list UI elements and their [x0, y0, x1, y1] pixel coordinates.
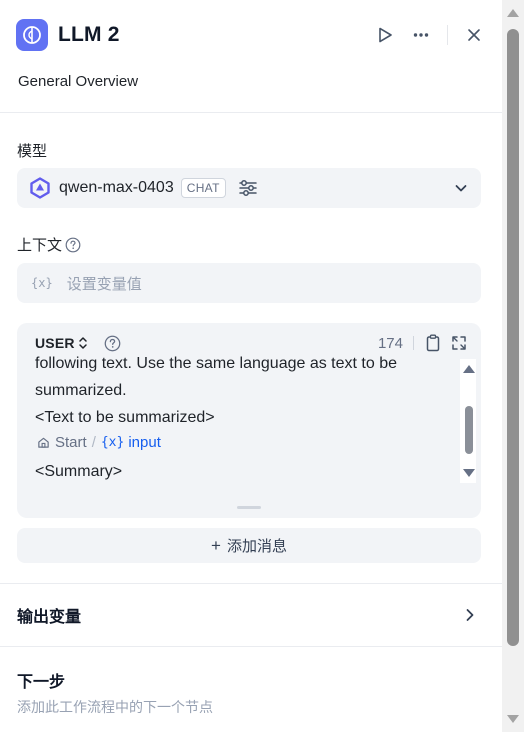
prompt-line: following text. Use the same language as… [35, 355, 397, 372]
scroll-up-arrow-icon[interactable] [507, 9, 519, 17]
token-count: 174 [377, 334, 403, 352]
section-divider [0, 646, 502, 647]
scroll-down-arrow-icon[interactable] [507, 715, 519, 723]
header-actions [373, 23, 486, 47]
close-button[interactable] [462, 23, 486, 47]
prompt-editor[interactable]: USER 174 following text. Use the same la… [17, 323, 481, 518]
plus-icon: + [211, 535, 221, 555]
context-variable-input[interactable]: {x} 设置变量值 [17, 263, 481, 303]
llm-node-icon [16, 19, 48, 51]
panel-scrollbar[interactable] [502, 0, 524, 732]
variable-icon: {x} [100, 434, 125, 450]
editor-resize-handle[interactable] [237, 506, 261, 509]
output-variables-row[interactable]: 输出变量 [17, 600, 481, 630]
message-role[interactable]: USER [35, 335, 75, 351]
node-description[interactable]: General Overview [18, 73, 138, 90]
context-placeholder: 设置变量值 [66, 275, 142, 293]
prompt-line: <Summary> [35, 463, 123, 480]
help-circle-icon[interactable] [65, 237, 81, 253]
panel-scroll-thumb[interactable] [507, 29, 519, 646]
prompt-line: summarized. [35, 382, 127, 399]
more-icon [413, 33, 429, 37]
run-button[interactable] [373, 23, 397, 47]
sliders-icon [238, 180, 257, 196]
model-selector[interactable]: qwen-max-0403 CHAT [17, 168, 481, 208]
expand-icon [452, 336, 466, 350]
role-switch-icon[interactable] [78, 336, 88, 350]
chevron-down-icon [453, 180, 469, 196]
count-separator [413, 336, 414, 350]
editor-scrollbar[interactable] [460, 359, 476, 483]
variable-separator: / [91, 433, 96, 451]
qwen-logo-icon [30, 177, 50, 199]
model-settings-button[interactable] [238, 179, 258, 197]
node-title[interactable]: LLM 2 [58, 23, 120, 47]
header-separator [447, 25, 448, 45]
context-label-row: 上下文 [17, 234, 81, 255]
prompt-line: <Text to be summarized> [35, 409, 215, 426]
llm-node-panel: LLM 2 General Overview 模型 qwen-max-0403 … [0, 0, 502, 732]
header-divider [0, 112, 502, 113]
play-icon [379, 27, 392, 43]
home-icon [38, 437, 49, 448]
context-label: 上下文 [17, 237, 63, 254]
next-step-title: 下一步 [17, 674, 66, 691]
add-message-button[interactable]: + 添加消息 [17, 528, 481, 563]
variable-source-node: Start [55, 433, 87, 451]
add-message-label: 添加消息 [226, 538, 287, 555]
next-step-description: 添加此工作流程中的下一个节点 [17, 699, 213, 715]
chevron-right-icon [463, 607, 477, 623]
prompt-text[interactable]: following text. Use the same language as… [35, 350, 455, 485]
scroll-up-arrow-icon[interactable] [463, 365, 475, 373]
help-circle-icon[interactable] [104, 335, 121, 352]
variable-reference-chip[interactable]: Start / {x} input [37, 432, 161, 454]
model-label: 模型 [17, 143, 48, 160]
model-name: qwen-max-0403 [59, 179, 174, 196]
variable-icon: {x} [31, 276, 53, 290]
variable-name: input [128, 433, 161, 451]
model-mode-badge: CHAT [180, 178, 226, 198]
output-variables-label: 输出变量 [17, 609, 82, 626]
more-button[interactable] [409, 23, 433, 47]
editor-scroll-thumb[interactable] [465, 406, 473, 454]
panel-header: LLM 2 [16, 18, 486, 52]
close-icon [468, 29, 480, 41]
section-divider [0, 583, 502, 584]
scroll-down-arrow-icon[interactable] [463, 469, 475, 477]
variable-reference-line: Start / {x} input [35, 431, 455, 458]
